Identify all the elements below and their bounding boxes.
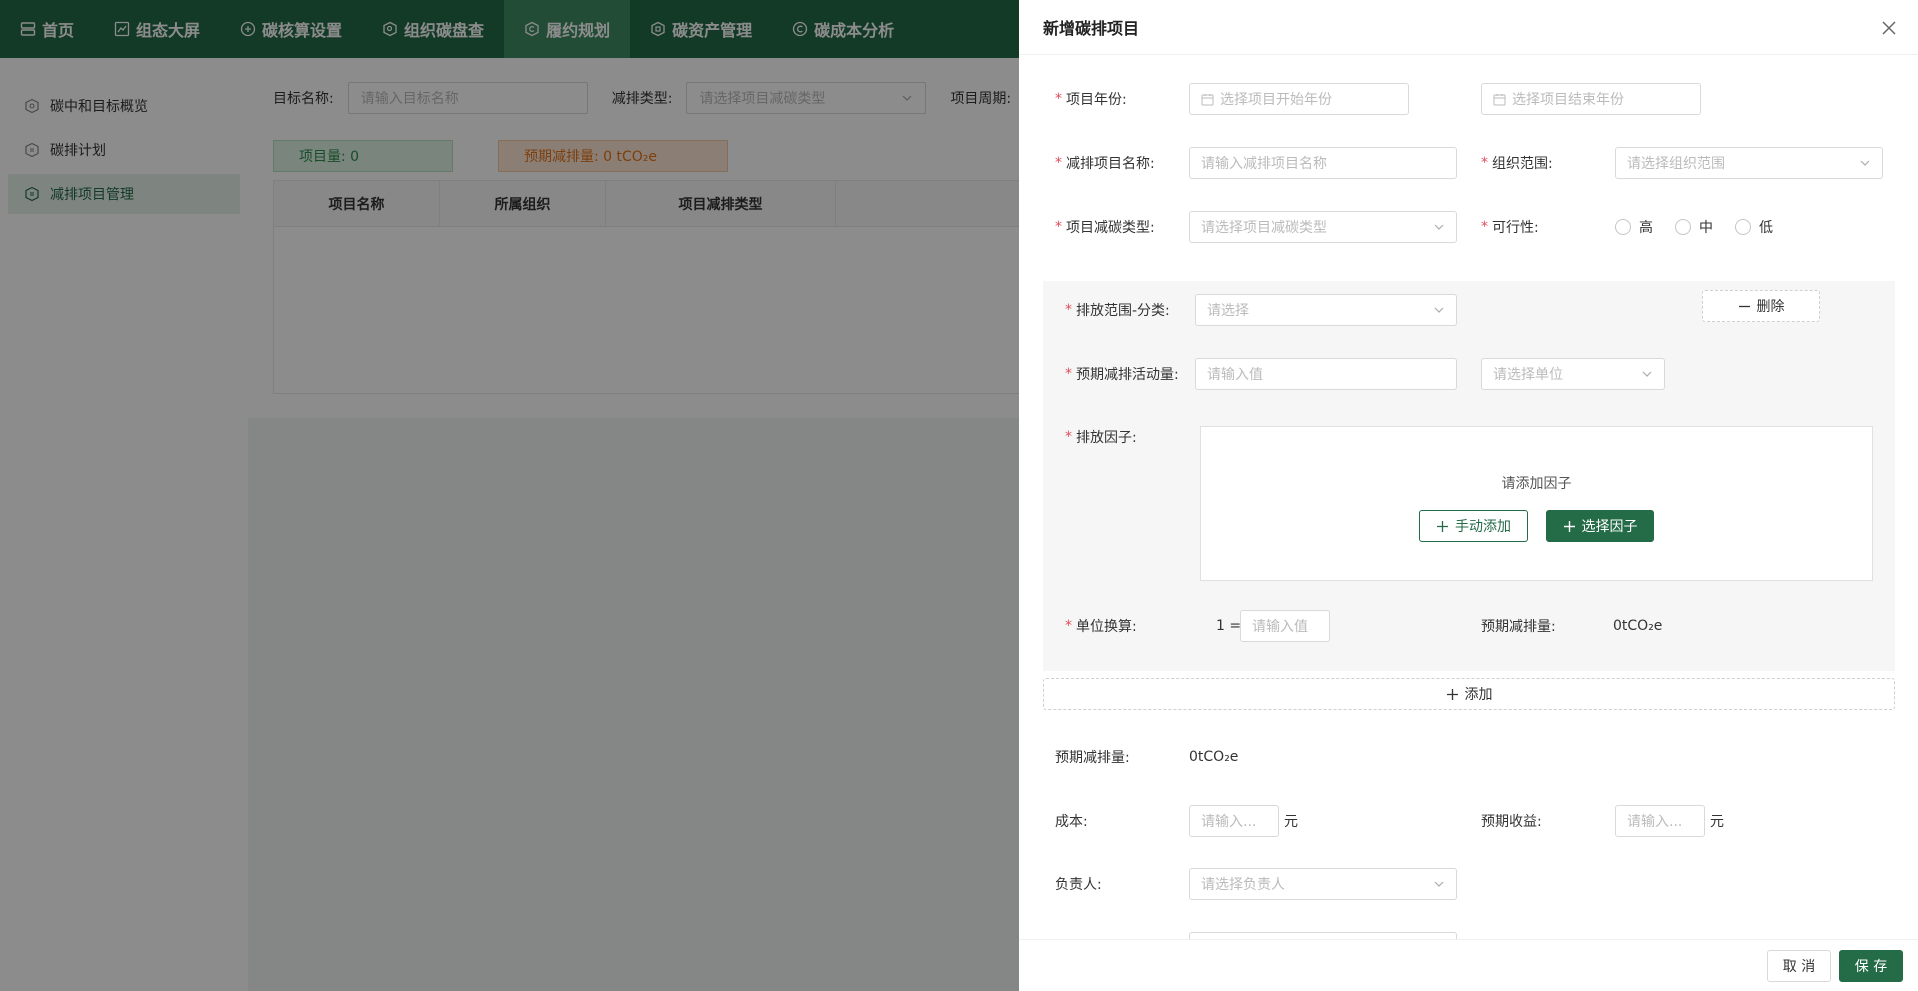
reduction-type-select[interactable]: 请选择项目减碳类型 [1189, 211, 1457, 243]
manual-add-button[interactable]: 手动添加 [1419, 510, 1528, 542]
activity-input[interactable]: 请输入值 [1195, 358, 1457, 390]
factor-label: * 排放因子: [1065, 429, 1137, 446]
drawer-body: * 项目年份: 选择项目开始年份 选择项目结束年份 * 减排项目名称: 请输入减排项… [1019, 56, 1918, 939]
total-expected-value: 0tCO₂e [1189, 749, 1239, 765]
chevron-down-icon [1642, 371, 1652, 377]
new-project-drawer: 新增碳排项目 * 项目年份: 选择项目开始年份 选择项目结束年份 * 减排项目名称:… [1019, 0, 1918, 991]
calendar-icon [1201, 93, 1214, 105]
scope-category-select[interactable]: 请选择 [1195, 294, 1457, 326]
chevron-down-icon [1434, 307, 1444, 313]
cost-label: 成本: [1055, 814, 1088, 830]
revenue-unit: 元 [1710, 814, 1724, 830]
next-field-input[interactable] [1189, 932, 1457, 939]
revenue-label: 预期收益: [1481, 814, 1542, 830]
cost-input[interactable]: 请输入... [1189, 805, 1279, 837]
year-start-picker[interactable]: 选择项目开始年份 [1189, 83, 1409, 115]
reduction-type-label: * 项目减碳类型: [1055, 219, 1155, 236]
year-end-picker[interactable]: 选择项目结束年份 [1481, 83, 1701, 115]
cancel-button[interactable]: 取 消 [1767, 950, 1831, 982]
plus-icon [1437, 520, 1448, 532]
project-name-input[interactable]: 请输入减排项目名称 [1189, 147, 1457, 179]
chevron-down-icon [1434, 224, 1444, 230]
revenue-input[interactable]: 请输入... [1615, 805, 1705, 837]
feasibility-label: * 可行性: [1481, 219, 1539, 236]
select-factor-button[interactable]: 选择因子 [1546, 510, 1654, 542]
feasibility-radio-high[interactable]: 高 [1615, 217, 1653, 237]
plus-icon [1563, 520, 1575, 532]
close-icon[interactable] [1878, 17, 1900, 39]
drawer-header: 新增碳排项目 [1019, 0, 1918, 55]
save-button[interactable]: 保 存 [1839, 950, 1903, 982]
section-expected-label: 预期减排量: [1481, 619, 1556, 635]
factor-empty-text: 请添加因子 [1501, 476, 1572, 492]
chevron-down-icon [1860, 160, 1870, 166]
conversion-input[interactable]: 请输入值 [1240, 610, 1330, 642]
section-expected-value: 0tCO₂e [1613, 618, 1663, 634]
chevron-down-icon [1434, 881, 1444, 887]
project-name-label: * 减排项目名称: [1055, 155, 1155, 172]
owner-label: 负责人: [1055, 877, 1102, 893]
drawer-title: 新增碳排项目 [1043, 19, 1140, 38]
org-scope-label: * 组织范围: [1481, 155, 1553, 172]
scope-category-label: * 排放范围-分类: [1065, 302, 1170, 319]
feasibility-radio-low[interactable]: 低 [1735, 217, 1773, 237]
emission-item-section: * 排放范围-分类: 请选择 删除 * 预期减排活动量: 请输入值 请选择单位 * 排… [1043, 281, 1895, 671]
unit-conversion-label: * 单位换算: [1065, 618, 1137, 635]
factor-box: 请添加因子 手动添加 选择因子 [1200, 426, 1873, 581]
calendar-icon [1493, 93, 1506, 105]
minus-icon [1738, 305, 1750, 307]
year-label: * 项目年份: [1055, 91, 1127, 108]
cost-unit: 元 [1284, 814, 1298, 830]
conversion-prefix: 1 = [1216, 618, 1242, 634]
add-item-button[interactable]: 添加 [1043, 678, 1895, 710]
org-scope-select[interactable]: 请选择组织范围 [1615, 147, 1883, 179]
feasibility-radio-group: 高 中 低 [1615, 211, 1773, 243]
activity-label: * 预期减排活动量: [1065, 366, 1179, 383]
unit-select[interactable]: 请选择单位 [1481, 358, 1665, 390]
delete-item-button[interactable]: 删除 [1702, 290, 1820, 322]
plus-icon [1446, 688, 1458, 700]
feasibility-radio-medium[interactable]: 中 [1675, 217, 1713, 237]
drawer-footer: 取 消 保 存 [1019, 939, 1918, 991]
owner-select[interactable]: 请选择负责人 [1189, 868, 1457, 900]
total-expected-label: 预期减排量: [1055, 750, 1130, 766]
